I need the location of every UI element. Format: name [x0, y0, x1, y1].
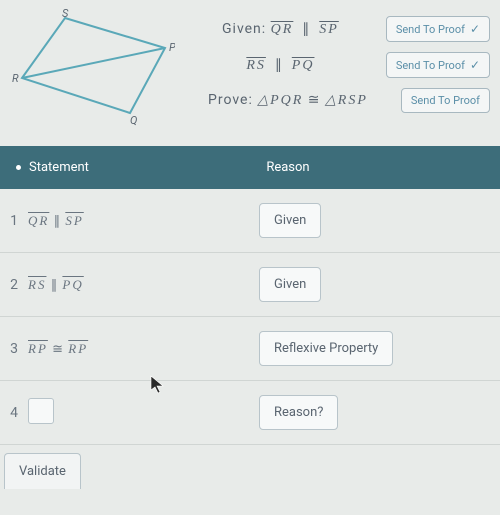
given-row-1: Given: QR ∥ SP Send To Proof ✓: [185, 16, 490, 42]
vertex-r: R: [12, 72, 19, 85]
given-2-text: RS ∥ PQ: [185, 57, 376, 74]
stmt-2: RS ∥ PQ: [28, 277, 259, 293]
vertex-s: S: [62, 8, 69, 20]
table-row: 2 RS ∥ PQ Given: [0, 253, 500, 317]
reason-button-1[interactable]: Given: [259, 203, 321, 238]
parallelogram-diagram: S P R Q: [10, 8, 175, 128]
send-to-proof-button-1[interactable]: Send To Proof ✓: [386, 16, 490, 42]
prove-row: Prove: △PQR ≅ △RSP Send To Proof: [185, 88, 490, 113]
given-row-2: RS ∥ PQ Send To Proof ✓: [185, 52, 490, 78]
reason-button-2[interactable]: Given: [259, 267, 321, 302]
header-reason: Reason: [266, 160, 309, 175]
vertex-q: Q: [130, 114, 137, 127]
stmt-1: QR ∥ SP: [28, 213, 259, 229]
header-statement: Statement: [29, 160, 89, 175]
empty-statement-box: [28, 398, 54, 424]
prove-text: Prove: △PQR ≅ △RSP: [185, 92, 391, 109]
validate-button[interactable]: Validate: [4, 453, 81, 489]
vertex-p: P: [169, 41, 175, 54]
given-1-text: Given: QR ∥ SP: [185, 21, 376, 38]
check-icon: ✓: [470, 22, 480, 36]
check-icon: ✓: [470, 58, 480, 72]
stmt-3: RP ≅ RP: [28, 341, 259, 357]
send-to-proof-button-3[interactable]: Send To Proof: [401, 88, 490, 113]
reason-button-4[interactable]: Reason?: [259, 395, 338, 430]
table-row: 3 RP ≅ RP Reflexive Property: [0, 317, 500, 381]
send-to-proof-button-2[interactable]: Send To Proof ✓: [386, 52, 490, 78]
stmt-4[interactable]: [28, 398, 259, 428]
proof-table-header: Statement Reason: [0, 146, 500, 189]
reason-button-3[interactable]: Reflexive Property: [259, 331, 393, 366]
table-row: 1 QR ∥ SP Given: [0, 189, 500, 253]
table-row: 4 Reason?: [0, 381, 500, 445]
